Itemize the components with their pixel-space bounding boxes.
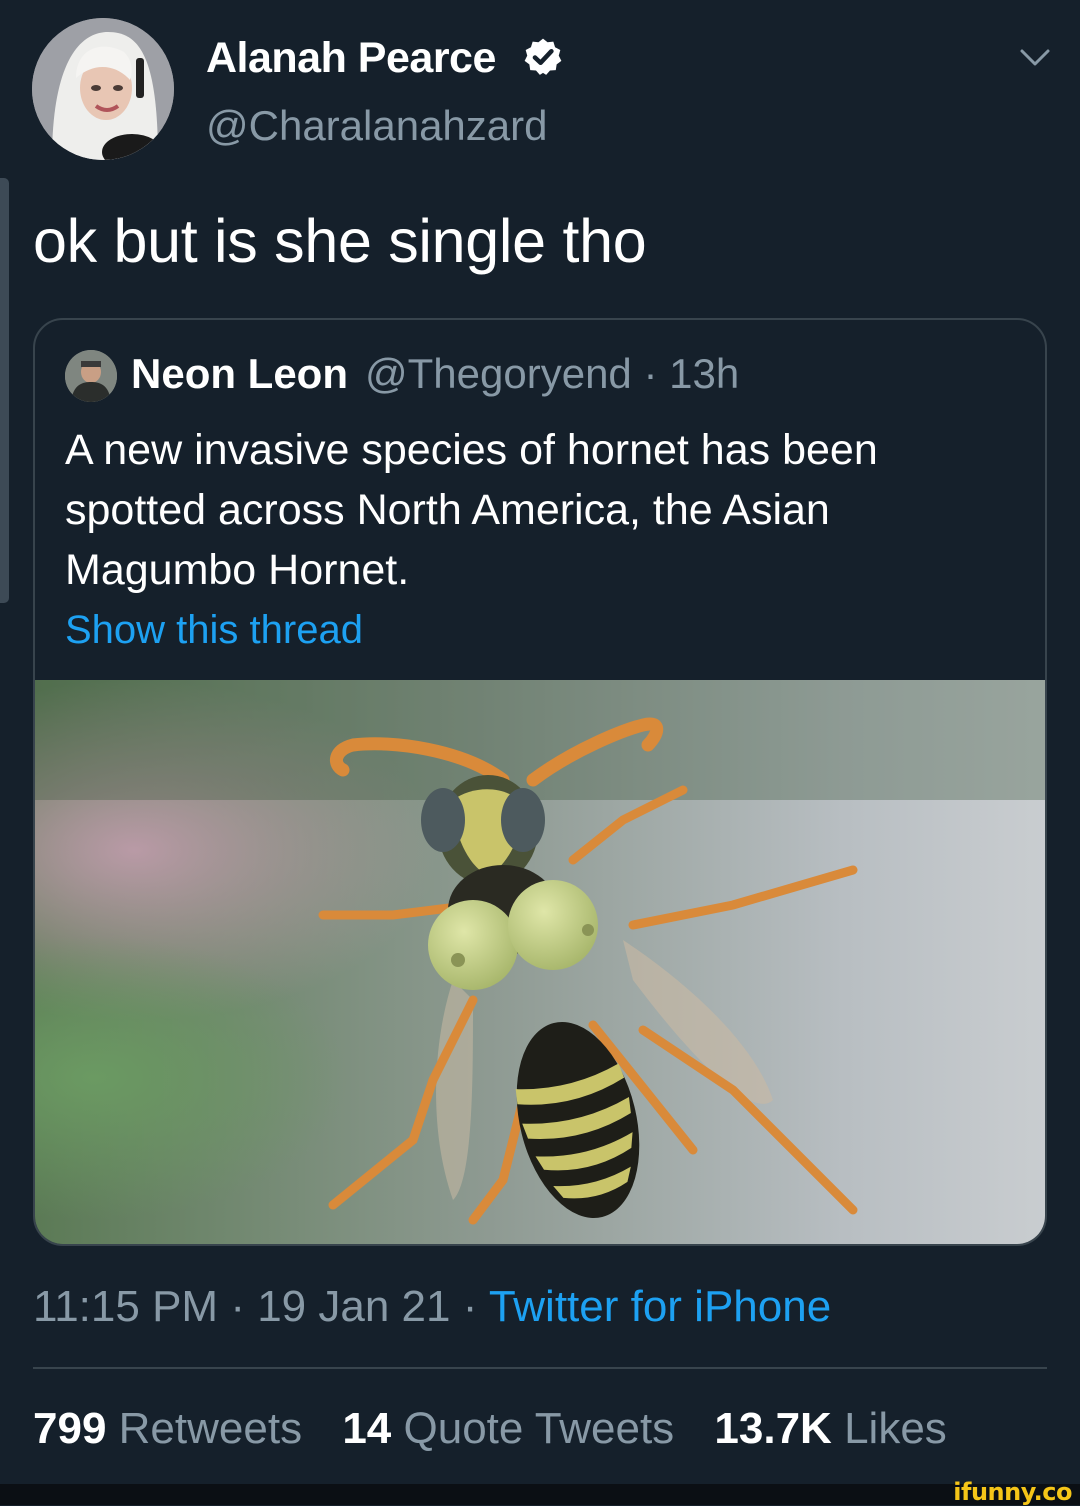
watermark: ifunny.co xyxy=(953,1478,1072,1506)
chevron-down-icon[interactable] xyxy=(1018,46,1052,70)
avatar[interactable] xyxy=(32,18,174,160)
likes-stat[interactable]: 13.7K Likes xyxy=(714,1404,946,1453)
tweet-stats: 799 Retweets 14 Quote Tweets 13.7K Likes xyxy=(33,1404,975,1454)
quote-handle-line[interactable]: @Thegoryend · 13h xyxy=(365,350,739,398)
tweet-meta: 11:15 PM · 19 Jan 21 · Twitter for iPhon… xyxy=(33,1282,831,1332)
quote-author-handle[interactable]: @Thegoryend xyxy=(365,350,632,397)
quote-avatar[interactable] xyxy=(65,350,117,402)
retweets-stat[interactable]: 799 Retweets xyxy=(33,1404,302,1453)
retweets-count: 799 xyxy=(33,1404,107,1453)
verified-badge-icon xyxy=(524,38,562,75)
separator: · xyxy=(643,350,658,397)
tweet-time: 11:15 PM xyxy=(33,1282,219,1331)
separator: · xyxy=(462,1282,478,1331)
tweet-date: 19 Jan 21 xyxy=(257,1282,451,1331)
likes-count: 13.7K xyxy=(714,1404,832,1453)
quote-tweets-stat[interactable]: 14 Quote Tweets xyxy=(342,1404,674,1453)
retweets-label: Retweets xyxy=(118,1404,303,1453)
show-thread-link[interactable]: Show this thread xyxy=(65,608,363,653)
likes-label: Likes xyxy=(844,1404,947,1453)
quote-author-name[interactable]: Neon Leon xyxy=(131,350,348,398)
separator: · xyxy=(230,1282,245,1331)
divider xyxy=(33,1367,1047,1369)
quote-age: 13h xyxy=(669,350,740,397)
tweet-source-link[interactable]: Twitter for iPhone xyxy=(489,1282,831,1331)
quote-tweets-count: 14 xyxy=(342,1404,392,1453)
quoted-tweet[interactable]: Neon Leon @Thegoryend · 13h A new invasi… xyxy=(33,318,1047,1246)
scroll-indicator[interactable] xyxy=(0,178,9,603)
quote-tweets-label: Quote Tweets xyxy=(403,1404,675,1453)
author-name[interactable]: Alanah Pearce xyxy=(206,34,496,83)
quote-text: A new invasive species of hornet has bee… xyxy=(65,426,878,594)
tweet-header: Alanah Pearce @Charalanahzard xyxy=(32,18,1062,160)
author-handle[interactable]: @Charalanahzard xyxy=(206,102,548,150)
bottom-bar xyxy=(0,1484,1080,1505)
tweet-text: ok but is she single tho xyxy=(33,207,647,275)
quote-image[interactable] xyxy=(35,680,1045,1244)
